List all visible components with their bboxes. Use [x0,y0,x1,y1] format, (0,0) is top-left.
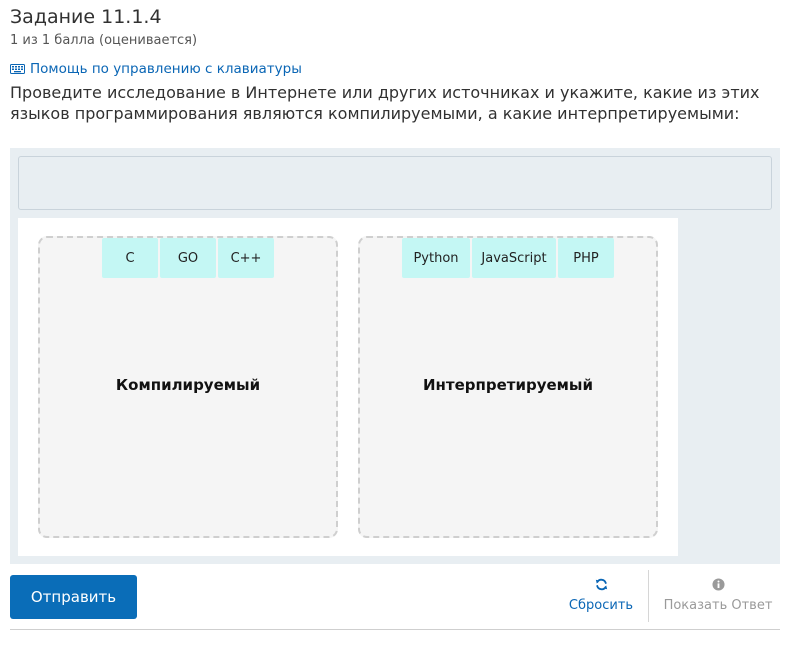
reset-label: Сбросить [568,598,634,613]
draggable-item[interactable]: C++ [218,238,274,278]
draggable-item[interactable]: GO [160,238,216,278]
reset-button[interactable]: Сбросить [560,578,642,616]
info-icon [656,578,780,595]
show-answer-button[interactable]: Показать Ответ [656,578,780,616]
problem-title: Задание 11.1.4 [10,6,162,28]
keyboard-icon [10,64,25,74]
problem-prompt: Проведите исследование в Интернете или д… [10,83,760,123]
drag-drop-workspace: C GO C++ Компилируемый Python JavaScript… [10,148,780,564]
drop-zone-interpreted[interactable]: Python JavaScript PHP Интерпретируемый [358,236,658,538]
draggable-item[interactable]: Python [402,238,470,278]
draggable-item[interactable]: PHP [558,238,614,278]
bottom-divider [10,629,780,630]
keyboard-help-link[interactable]: Помощь по управлению с клавиатуры [10,61,302,77]
refresh-icon [560,578,642,595]
target-area: C GO C++ Компилируемый Python JavaScript… [18,218,678,556]
submit-button[interactable]: Отправить [10,575,137,619]
zone-items: C GO C++ [40,238,336,278]
draggable-item[interactable]: JavaScript [472,238,556,278]
zone-label: Компилируемый [115,376,261,394]
draggable-item[interactable]: C [102,238,158,278]
keyboard-help-label: Помощь по управлению с клавиатуры [30,61,302,77]
option-pool[interactable] [18,156,772,210]
zone-items: Python JavaScript PHP [360,238,656,278]
drop-zone-compiled[interactable]: C GO C++ Компилируемый [38,236,338,538]
zone-label: Интерпретируемый [422,376,594,394]
show-answer-label: Показать Ответ [663,598,773,613]
action-divider [648,570,649,622]
problem-score: 1 из 1 балла (оценивается) [10,33,198,48]
